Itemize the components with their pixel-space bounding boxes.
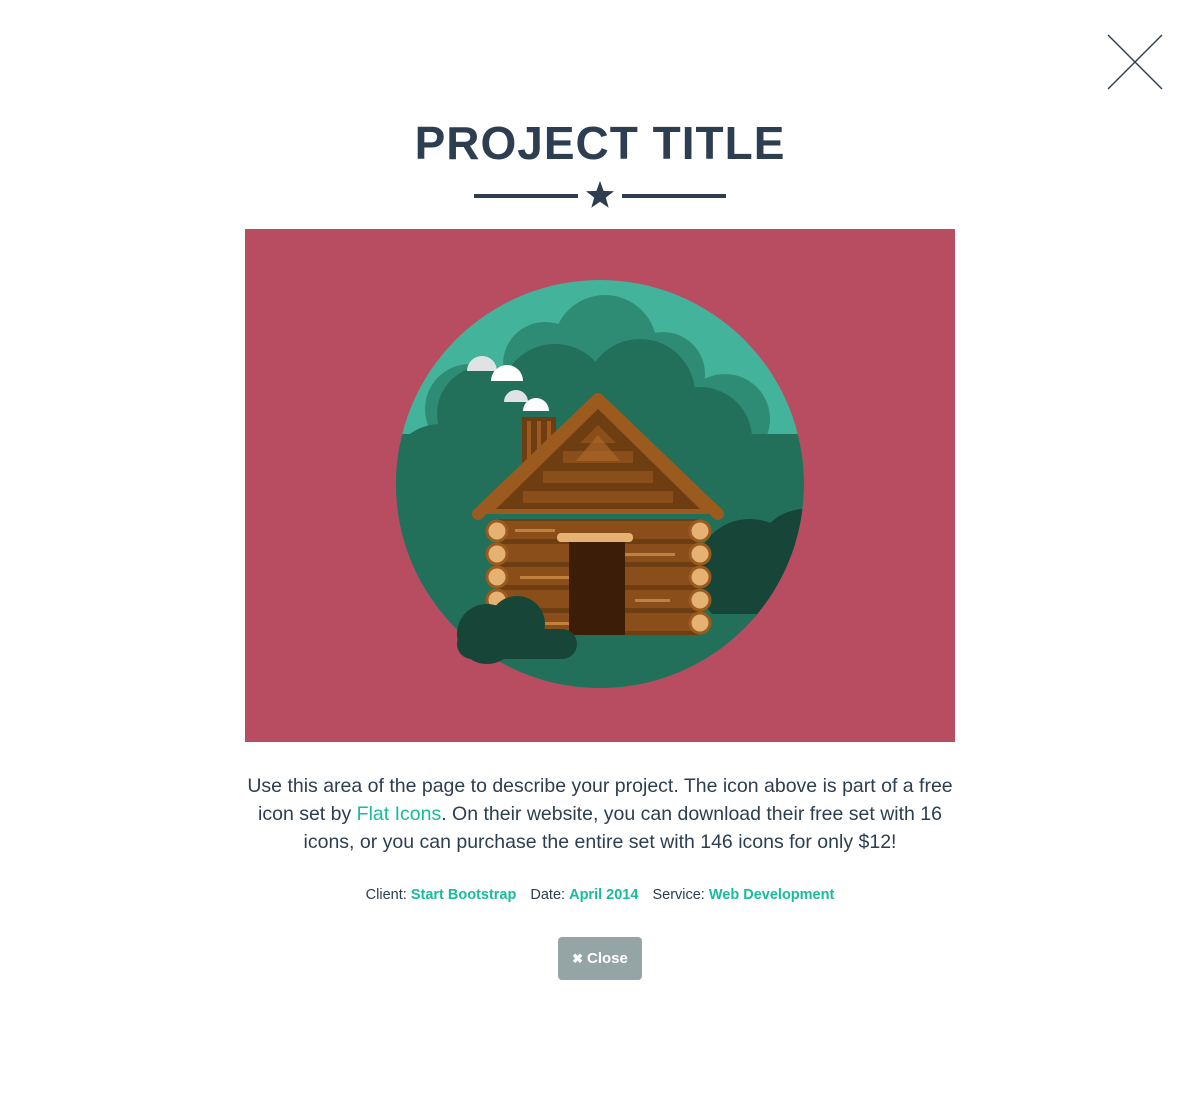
service-link[interactable]: Web Development	[709, 887, 834, 903]
project-description: Use this area of the page to describe yo…	[240, 772, 960, 856]
log-cabin-illustration	[396, 280, 804, 688]
close-button-label: Close	[587, 950, 628, 967]
close-x-icon[interactable]	[1107, 34, 1163, 90]
star-icon	[586, 181, 614, 208]
client-label: Client:	[365, 887, 407, 903]
project-title: PROJECT TITLE	[414, 117, 786, 169]
client-link[interactable]: Start Bootstrap	[411, 887, 517, 903]
date-label: Date:	[530, 887, 566, 903]
project-details: Client: Start Bootstrap Date: April 2014…	[0, 887, 1200, 903]
date-link[interactable]: April 2014	[569, 887, 638, 903]
close-button[interactable]: ✖ Close	[558, 937, 642, 980]
service-label: Service:	[652, 887, 705, 903]
title-divider	[474, 180, 726, 212]
project-image	[245, 229, 955, 742]
flat-icons-link[interactable]: Flat Icons	[357, 803, 442, 825]
times-icon: ✖	[572, 950, 584, 966]
